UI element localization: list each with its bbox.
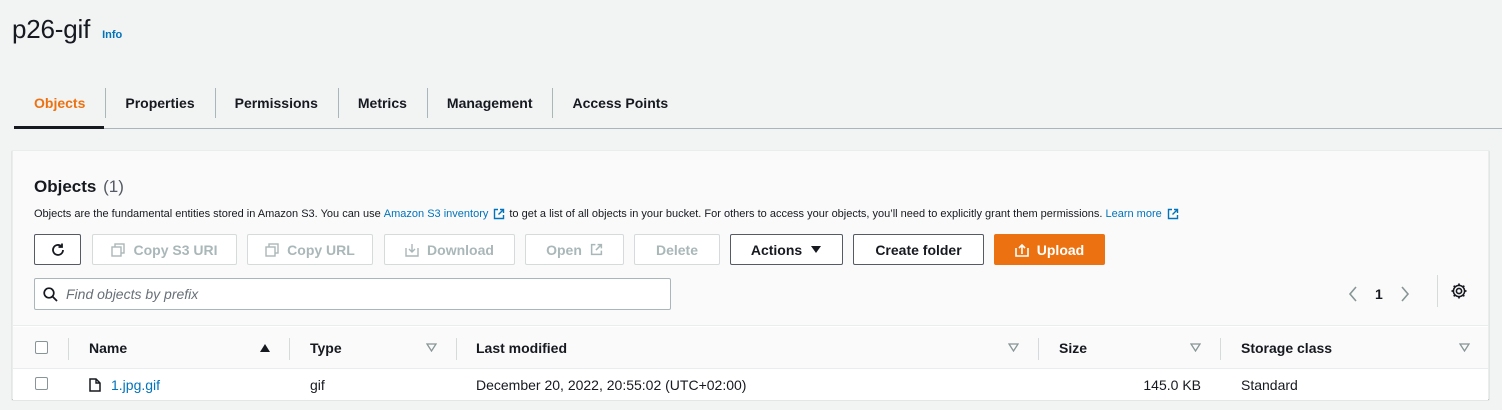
object-type: gif xyxy=(310,377,325,393)
current-page-number[interactable]: 1 xyxy=(1375,286,1383,302)
external-link-icon xyxy=(590,243,603,256)
caret-down-icon xyxy=(811,245,822,253)
preferences-button[interactable] xyxy=(1448,280,1470,302)
copy-icon xyxy=(265,242,279,257)
column-divider xyxy=(1038,338,1039,360)
refresh-button[interactable] xyxy=(34,234,81,265)
object-name: 1.jpg.gif xyxy=(111,377,161,393)
select-all-checkbox[interactable] xyxy=(35,341,48,354)
description-text-1: Objects are the fundamental entities sto… xyxy=(34,208,381,220)
column-divider xyxy=(1220,338,1221,360)
column-header-last-modified[interactable]: Last modified xyxy=(476,327,567,369)
external-link-icon[interactable] xyxy=(1167,208,1179,220)
sort-icon[interactable] xyxy=(426,343,437,352)
row-checkbox[interactable] xyxy=(35,377,48,390)
tab-permissions[interactable]: Permissions xyxy=(214,88,338,118)
objects-table-header: Name Type Last modified Size Storage cla… xyxy=(13,327,1488,369)
column-divider xyxy=(289,338,290,360)
create-folder-label: Create folder xyxy=(875,241,962,258)
learn-more-link[interactable]: Learn more xyxy=(1105,208,1161,220)
external-link-icon[interactable] xyxy=(493,208,505,220)
column-header-storage-class[interactable]: Storage class xyxy=(1241,327,1332,369)
open-button[interactable]: Open xyxy=(525,234,624,265)
object-last-modified: December 20, 2022, 20:55:02 (UTC+02:00) xyxy=(476,377,747,393)
sort-icon[interactable] xyxy=(1190,343,1201,352)
object-size: 145.0 KB xyxy=(1143,377,1201,393)
object-storage-class: Standard xyxy=(1241,377,1298,393)
s3-inventory-link[interactable]: Amazon S3 inventory xyxy=(384,208,489,220)
chevron-right-icon xyxy=(1401,286,1409,302)
object-name-link[interactable]: 1.jpg.gif xyxy=(89,370,160,400)
previous-page-button[interactable] xyxy=(1343,284,1363,304)
tab-access-points[interactable]: Access Points xyxy=(552,88,688,118)
copy-url-label: Copy URL xyxy=(287,241,355,258)
page-header: p26-gif Info xyxy=(12,14,122,45)
objects-count: (1) xyxy=(103,177,124,196)
column-divider xyxy=(68,338,69,360)
copy-icon xyxy=(111,242,126,257)
active-tab-indicator xyxy=(14,126,104,129)
copy-s3-uri-label: Copy S3 URI xyxy=(133,241,218,258)
search-input[interactable] xyxy=(66,286,646,302)
info-link[interactable]: Info xyxy=(102,29,122,41)
copy-url-button[interactable]: Copy URL xyxy=(247,234,373,265)
sort-icon[interactable] xyxy=(1459,343,1470,352)
delete-label: Delete xyxy=(655,241,699,258)
actions-dropdown[interactable]: Actions xyxy=(730,234,843,265)
column-header-name[interactable]: Name xyxy=(89,327,127,369)
objects-description: Objects are the fundamental entities sto… xyxy=(34,208,1183,220)
download-icon xyxy=(405,243,419,257)
objects-heading-label: Objects xyxy=(34,177,97,196)
gear-icon xyxy=(1451,283,1467,299)
tab-metrics[interactable]: Metrics xyxy=(337,88,427,118)
tab-properties[interactable]: Properties xyxy=(105,88,214,118)
tab-management[interactable]: Management xyxy=(426,88,553,118)
sort-ascending-icon[interactable] xyxy=(259,343,271,353)
next-page-button[interactable] xyxy=(1395,284,1415,304)
delete-button[interactable]: Delete xyxy=(634,234,720,265)
actions-label: Actions xyxy=(750,241,803,258)
chevron-left-icon xyxy=(1348,286,1357,302)
create-folder-button[interactable]: Create folder xyxy=(853,234,984,265)
open-label: Open xyxy=(546,241,582,258)
pagination-divider xyxy=(1437,275,1438,307)
tab-objects[interactable]: Objects xyxy=(14,88,105,118)
download-label: Download xyxy=(427,241,494,258)
objects-panel-body: Objects (1) Objects are the fundamental … xyxy=(13,151,1488,400)
copy-s3-uri-button[interactable]: Copy S3 URI xyxy=(92,234,237,265)
bucket-title: p26-gif xyxy=(12,14,91,44)
upload-label: Upload xyxy=(1036,241,1085,258)
column-header-type[interactable]: Type xyxy=(310,327,342,369)
description-text-2: to get a list of all objects in your buc… xyxy=(509,208,1103,220)
objects-panel: Objects (1) Objects are the fundamental … xyxy=(12,150,1489,400)
upload-icon xyxy=(1014,243,1029,257)
pagination: 1 xyxy=(1343,279,1415,309)
objects-panel-header: Objects (1) Objects are the fundamental … xyxy=(13,151,1488,326)
table-row: 1.jpg.gif gif December 20, 2022, 20:55:0… xyxy=(13,370,1488,400)
bucket-tabs: Objects Properties Permissions Metrics M… xyxy=(14,78,1502,129)
upload-button[interactable]: Upload xyxy=(994,234,1105,265)
refresh-icon xyxy=(51,243,64,256)
column-divider xyxy=(456,338,457,360)
download-button[interactable]: Download xyxy=(384,234,515,265)
find-objects-search[interactable] xyxy=(34,278,671,310)
column-header-size[interactable]: Size xyxy=(1059,327,1087,369)
file-icon xyxy=(89,378,101,392)
sort-icon[interactable] xyxy=(1008,343,1019,352)
objects-heading: Objects (1) xyxy=(34,177,124,197)
search-icon xyxy=(43,286,58,302)
